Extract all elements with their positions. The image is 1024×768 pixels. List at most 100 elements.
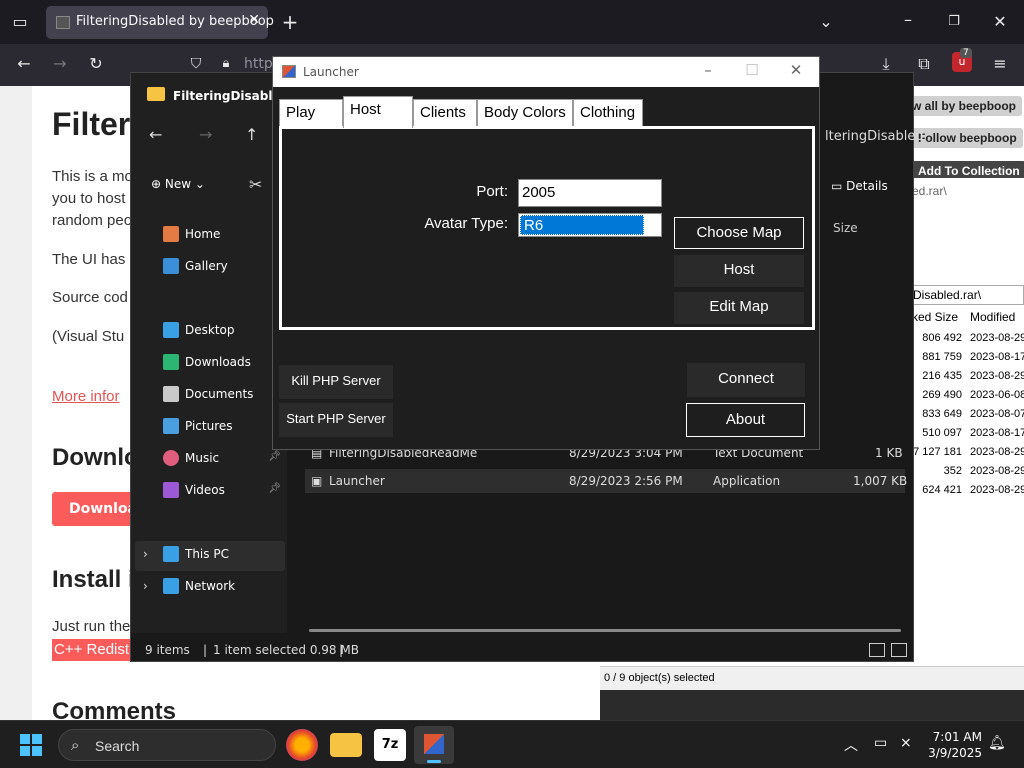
tab-clients[interactable]: Clients xyxy=(413,99,477,127)
edit-map-button[interactable]: Edit Map xyxy=(674,292,804,324)
zip-col-modified[interactable]: Modified xyxy=(970,310,1015,324)
host-tab-panel: Port: 2005 Avatar Type: R6 Choose Map Ho… xyxy=(279,126,815,330)
zip-packed-size: 216 435 xyxy=(922,370,962,382)
cut-icon[interactable]: ✂ xyxy=(249,175,262,194)
nav-label: Videos xyxy=(185,483,225,497)
horizontal-scrollbar[interactable] xyxy=(309,629,901,632)
pin-icon[interactable]: 📌︎ xyxy=(268,451,281,462)
port-input[interactable]: 2005 xyxy=(518,179,662,207)
launcher-titlebar[interactable]: Launcher – ☐ ✕ xyxy=(273,57,819,87)
file-explorer-icon[interactable] xyxy=(330,733,362,757)
file-type: Application xyxy=(713,474,781,488)
7zip-icon[interactable]: 7z xyxy=(374,729,406,761)
close-icon[interactable]: ✕ xyxy=(986,8,1014,36)
close-icon[interactable]: ✕ xyxy=(781,61,811,79)
back-icon[interactable]: ← xyxy=(149,125,162,144)
follow-button[interactable]: Follow beepboop xyxy=(912,128,1023,148)
notification-icon[interactable]: 🔔︎ xyxy=(988,735,1006,751)
nav-label: Music xyxy=(185,451,220,465)
about-button[interactable]: About xyxy=(686,403,805,437)
nav-item-home[interactable]: Home xyxy=(163,223,281,247)
chevron-right-icon[interactable]: › xyxy=(143,579,148,593)
details-label: Details xyxy=(846,179,888,193)
nav-item-pictures[interactable]: Pictures xyxy=(163,415,281,439)
tab-close-icon[interactable]: ✕ xyxy=(248,12,260,28)
tab-clothing[interactable]: Clothing xyxy=(573,99,643,127)
chevron-right-icon[interactable]: › xyxy=(143,547,148,561)
minimize-icon[interactable]: – xyxy=(894,6,922,34)
connect-button[interactable]: Connect xyxy=(687,363,805,397)
new-tab-icon[interactable]: + xyxy=(276,8,304,36)
network-icon[interactable]: ▭ xyxy=(874,735,887,751)
chevron-up-icon[interactable]: ︿ xyxy=(844,735,858,755)
nav-item-downloads[interactable]: Downloads xyxy=(163,351,281,375)
item-count: 9 items xyxy=(145,643,190,657)
explorer-status-bar: 9 items | 1 item selected 0.98 MB | xyxy=(145,643,359,657)
choose-map-button[interactable]: Choose Map xyxy=(674,217,804,249)
nav-label: This PC xyxy=(185,547,229,561)
forward-icon[interactable]: → xyxy=(46,50,74,78)
page-margin xyxy=(0,86,32,720)
details-button[interactable]: ▭ Details xyxy=(831,179,888,193)
folder-icon xyxy=(147,87,165,101)
more-info-link[interactable]: More infor xyxy=(52,386,120,408)
view-all-button[interactable]: w all by beepboop xyxy=(906,96,1023,116)
redist-link[interactable]: C++ Redist xyxy=(52,639,132,661)
tiles-view-icon[interactable] xyxy=(891,643,907,657)
browser-tab[interactable]: FilteringDisabled by beepboop ✕ xyxy=(46,6,274,39)
chevron-down-icon[interactable]: ⌄ xyxy=(812,8,840,36)
zip-status-bar: 0 / 9 object(s) selected xyxy=(600,666,1024,690)
start-icon[interactable] xyxy=(20,734,42,756)
up-icon[interactable]: ↑ xyxy=(245,125,258,144)
vs-description: (Visual Stu xyxy=(52,328,125,345)
taskbar-search[interactable]: ⌕ Search xyxy=(58,729,276,761)
ublock-badge: 7 xyxy=(960,48,972,58)
nav-item-documents[interactable]: Documents xyxy=(163,383,281,407)
nav-item-videos[interactable]: Videos 📌︎ xyxy=(163,479,281,503)
launcher-taskbar-button[interactable] xyxy=(414,726,454,764)
volume-icon[interactable]: ⨯ xyxy=(900,735,912,751)
zip-col-packed[interactable]: ked Size xyxy=(912,310,958,324)
desktop-icon xyxy=(163,322,179,338)
tab-host[interactable]: Host xyxy=(343,96,413,128)
tab-list-icon[interactable]: ▭ xyxy=(6,8,34,36)
zip-archive-name: ed.rar\ xyxy=(912,184,947,198)
zip-modified-date: 2023-08-29 xyxy=(970,465,1024,477)
maximize-icon[interactable]: ☐ xyxy=(737,61,767,79)
tab-body-colors[interactable]: Body Colors xyxy=(477,99,573,127)
size-column-header[interactable]: Size xyxy=(833,221,858,235)
restore-icon[interactable]: ❐ xyxy=(940,8,968,36)
details-view-icon[interactable] xyxy=(869,643,885,657)
nav-item-gallery[interactable]: Gallery xyxy=(163,255,281,279)
nav-item-this-pc[interactable]: This PC xyxy=(163,543,281,567)
avatar-type-select[interactable]: R6 xyxy=(518,213,662,237)
download-heading: Downlo xyxy=(52,444,139,471)
kill-php-server-button[interactable]: Kill PHP Server xyxy=(279,365,393,399)
back-icon[interactable]: ← xyxy=(10,50,38,78)
extensions-icon[interactable]: ⧉ xyxy=(910,50,938,78)
nav-item-network[interactable]: Network xyxy=(163,575,281,599)
new-button[interactable]: ⊕ New ⌄ xyxy=(151,177,205,191)
file-size: 1 KB xyxy=(875,446,903,460)
clock-time: 7:01 AM xyxy=(932,730,982,744)
reload-icon[interactable]: ↻ xyxy=(82,50,110,78)
file-row-selected[interactable]: ▣ Launcher 8/29/2023 2:56 PM Application… xyxy=(305,469,907,493)
pin-icon[interactable]: 📌︎ xyxy=(268,483,281,494)
firefox-icon[interactable] xyxy=(286,729,318,761)
menu-icon[interactable]: ≡ xyxy=(986,50,1014,78)
download-button[interactable]: Downloa xyxy=(52,492,137,526)
explorer-breadcrumb[interactable]: lteringDisabled xyxy=(825,129,924,144)
tab-play[interactable]: Play xyxy=(279,99,343,127)
details-pane-icon: ▭ xyxy=(831,179,847,193)
forward-icon[interactable]: → xyxy=(199,125,212,144)
minimize-icon[interactable]: – xyxy=(693,61,723,79)
start-php-server-button[interactable]: Start PHP Server xyxy=(279,403,393,437)
browser-tab-bar: ▭ FilteringDisabled by beepboop ✕ + ⌄ – … xyxy=(0,0,1024,44)
clock[interactable]: 7:01 AM 3/9/2025 xyxy=(926,729,982,761)
zip-packed-size: 833 649 xyxy=(922,408,962,420)
nav-item-music[interactable]: Music 📌︎ xyxy=(163,447,281,471)
clock-date: 3/9/2025 xyxy=(928,746,982,760)
nav-item-desktop[interactable]: Desktop xyxy=(163,319,281,343)
nav-label: Network xyxy=(185,579,236,593)
host-button[interactable]: Host xyxy=(674,255,804,287)
